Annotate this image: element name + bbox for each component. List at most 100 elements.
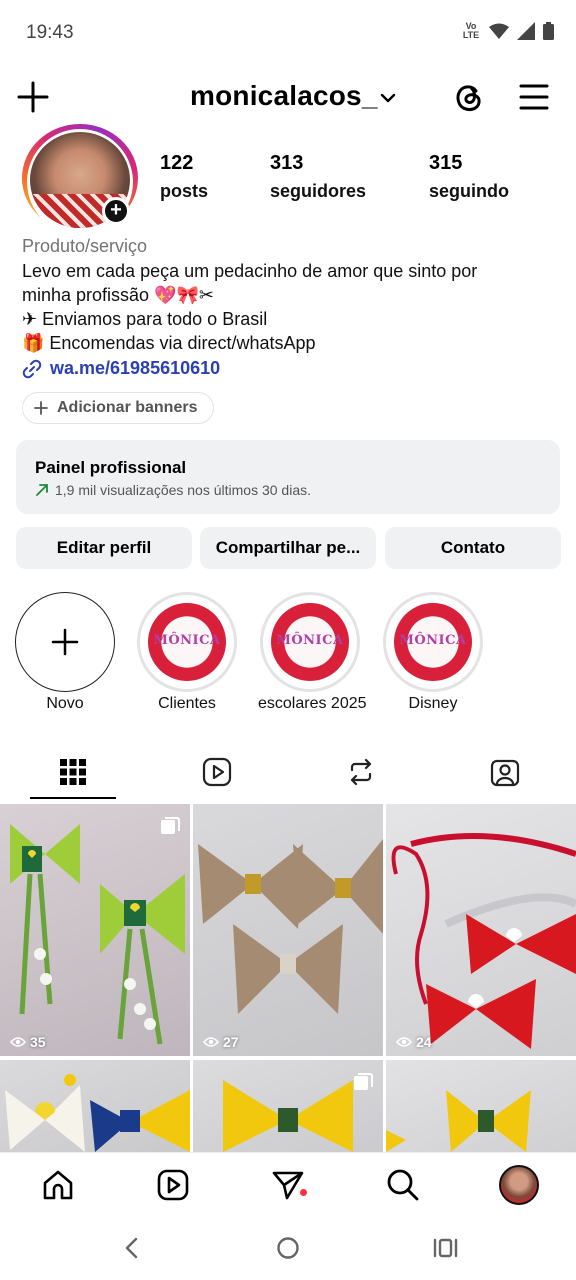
share-profile-button[interactable]: Compartilhar pe... [200, 527, 376, 569]
post-image-green-bows [10, 824, 185, 1045]
reels-icon [202, 757, 232, 787]
plus-icon [51, 628, 79, 656]
view-count: 27 [203, 1034, 239, 1050]
highlight-label: Clientes [158, 695, 216, 712]
threads-icon[interactable] [452, 80, 486, 114]
profile-tabs [0, 744, 576, 802]
view-count-value: 24 [416, 1034, 432, 1050]
highlight-new[interactable]: Novo [13, 592, 117, 713]
brand-logo: MÔNICA [394, 603, 472, 681]
new-highlight-circle[interactable] [15, 592, 115, 692]
view-count: 24 [396, 1034, 432, 1050]
trend-up-icon [36, 484, 48, 496]
stat-following[interactable]: 315 seguindo [429, 152, 509, 202]
contact-button[interactable]: Contato [385, 527, 561, 569]
search-icon[interactable] [385, 1167, 421, 1203]
wifi-icon [489, 23, 509, 39]
view-count-value: 27 [223, 1034, 239, 1050]
highlight-disney[interactable]: MÔNICA Disney [381, 592, 485, 713]
stat-posts[interactable]: 122 posts [160, 152, 208, 202]
status-time: 19:43 [26, 22, 74, 43]
professional-dashboard[interactable]: Painel profissional 1,9 mil visualizaçõe… [16, 440, 560, 514]
tab-tagged[interactable] [462, 744, 548, 800]
reels-nav-icon[interactable] [155, 1167, 191, 1203]
home-icon[interactable] [40, 1167, 76, 1203]
highlight-cover[interactable]: MÔNICA [137, 592, 237, 692]
post-tile[interactable] [386, 1060, 576, 1152]
bio-line: ✈ Enviamos para todo o Brasil [22, 309, 268, 329]
profile-nav-avatar[interactable] [499, 1165, 539, 1205]
grid-icon [60, 759, 86, 785]
highlight-cover[interactable]: MÔNICA [260, 592, 360, 692]
add-banners-button[interactable]: Adicionar banners [22, 392, 215, 424]
bottom-navigation [0, 1152, 576, 1218]
bio-line: minha profissão 💖🎀✂ [22, 285, 214, 305]
post-tile[interactable]: 27 [193, 804, 383, 1056]
home-circle-icon[interactable] [276, 1236, 300, 1260]
link-text[interactable]: wa.me/61985610610 [50, 358, 220, 379]
view-count-value: 35 [30, 1034, 46, 1050]
followers-label: seguidores [270, 181, 367, 201]
following-count: 315 [429, 152, 463, 174]
highlight-label: escolares 2025 [258, 695, 367, 712]
eye-icon [10, 1037, 26, 1047]
add-story-plus-icon[interactable]: + [102, 197, 130, 225]
pro-panel-subtitle: 1,9 mil visualizações nos últimos 30 dia… [35, 482, 311, 498]
status-icons: Vo LTE [461, 22, 554, 40]
stat-followers[interactable]: 313 seguidores [270, 152, 366, 202]
recents-icon[interactable] [432, 1236, 458, 1260]
profile-header: monicalacos_ [0, 76, 576, 120]
active-tab-indicator [30, 797, 116, 799]
pro-panel-title: Painel profissional [35, 458, 187, 477]
post-image-red-bows [391, 833, 576, 1049]
pro-panel-views: 1,9 mil visualizações nos últimos 30 dia… [55, 482, 312, 498]
post-image-white-blue-bows [5, 1074, 190, 1152]
bio-line: 🎁 Encomendas via direct/whatsApp [22, 333, 316, 353]
post-tile[interactable]: 35 [0, 804, 190, 1056]
highlight-escolares[interactable]: MÔNICA escolares 2025 [258, 592, 367, 713]
post-tile[interactable] [193, 1060, 383, 1152]
brand-logo: MÔNICA [271, 603, 349, 681]
signal-icon [517, 22, 535, 40]
highlight-clientes[interactable]: MÔNICA Clientes [135, 592, 239, 713]
tab-reels[interactable] [174, 744, 260, 800]
system-navigation [0, 1218, 576, 1280]
eye-icon [203, 1037, 219, 1047]
carousel-icon [354, 1073, 373, 1090]
repost-icon [350, 758, 372, 786]
profile-link[interactable]: wa.me/61985610610 [22, 358, 220, 379]
volte-indicator: Vo LTE [462, 21, 480, 40]
logo-text: MÔNICA [276, 633, 344, 648]
add-banners-label: Adicionar banners [57, 399, 198, 416]
plus-icon [34, 401, 48, 415]
direct-messages-icon[interactable] [270, 1167, 306, 1203]
profile-category: Produto/serviço [22, 236, 148, 256]
post-tile[interactable] [0, 1060, 190, 1152]
notification-dot [300, 1189, 307, 1196]
menu-icon[interactable] [518, 82, 550, 112]
edit-profile-button[interactable]: Editar perfil [16, 527, 192, 569]
username-title[interactable]: monicalacos_ [190, 80, 378, 112]
highlight-cover[interactable]: MÔNICA [383, 592, 483, 692]
tagged-icon [490, 759, 520, 787]
logo-text: MÔNICA [399, 633, 467, 648]
back-icon[interactable] [120, 1236, 142, 1260]
brand-logo: MÔNICA [148, 603, 226, 681]
highlight-label: Disney [408, 695, 458, 712]
tab-reposts[interactable] [318, 744, 404, 800]
tab-grid[interactable] [30, 744, 116, 800]
eye-icon [396, 1037, 412, 1047]
bio-line: Levo em cada peça um pedacinho de amor q… [22, 261, 478, 281]
chevron-down-icon[interactable] [378, 88, 398, 108]
view-count: 35 [10, 1034, 46, 1050]
posts-count: 122 [160, 152, 194, 174]
posts-label: posts [160, 181, 209, 201]
followers-count: 313 [270, 152, 304, 174]
create-plus-icon[interactable] [16, 80, 50, 114]
battery-icon [543, 22, 554, 40]
post-image-brown-bows [198, 839, 383, 1014]
logo-text: MÔNICA [153, 633, 221, 648]
following-label: seguindo [429, 181, 509, 201]
status-bar: 19:43 Vo LTE [0, 0, 576, 64]
post-tile[interactable]: 24 [386, 804, 576, 1056]
